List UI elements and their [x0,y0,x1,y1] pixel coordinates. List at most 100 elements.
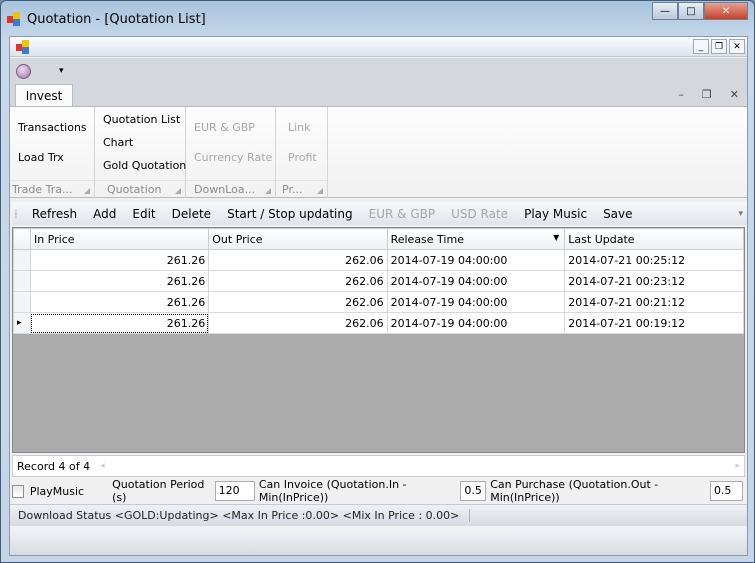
in-price-cell[interactable]: 261.26 [29,249,210,271]
period-input[interactable]: 120 [214,481,255,501]
minimize-button[interactable]: — [652,2,678,20]
column-header-release-time[interactable]: Release Time ▼ [386,228,566,250]
toolbar-overflow-icon[interactable]: ▾ [738,209,747,219]
row-header-corner[interactable] [13,228,31,250]
record-count: Record 4 of 4 [17,459,91,473]
usd-rate-button[interactable]: USD Rate [443,207,516,221]
window-title: Quotation - [Quotation List] [27,11,206,27]
grid-toolbar: ⁞ Refresh Add Edit Delete Start / Stop u… [12,202,747,225]
maximize-button[interactable]: □ [678,2,704,20]
options-bar: PlayMusic Quotation Period (s) 120 Can I… [10,478,747,504]
purchase-label: Can Purchase (Quotation.Out - Min(InPric… [490,478,659,504]
table-row[interactable]: 261.26 262.06 2014-07-19 04:00:00 2014-07-2… [13,291,744,313]
table-row[interactable]: 261.26 262.06 2014-07-19 04:00:00 2014-07-2… [13,270,744,292]
row-header[interactable] [13,249,31,271]
in-price-cell[interactable]: 261.26 [29,270,210,292]
play-music-checkbox[interactable] [12,484,24,498]
child-icon[interactable] [16,40,30,54]
group-caption[interactable]: Pr... [276,180,327,198]
save-button[interactable]: Save [595,207,640,221]
status-bar: Download Status <GOLD:Updating> <Max In … [10,504,747,526]
refresh-button[interactable]: Refresh [24,207,85,221]
table-row[interactable]: 261.26 262.06 2014-07-19 04:00:00 2014-07-2… [13,249,744,271]
column-label: Release Time [390,232,464,246]
column-header-out-price[interactable]: Out Price [208,228,388,250]
mdi-bar: _ ❐ ✕ [10,37,747,57]
group-caption[interactable]: Quotation [95,180,185,198]
ribbon-close-icon[interactable]: ✕ [730,88,739,101]
chart-button[interactable]: Chart [103,136,133,149]
column-header-last-update[interactable]: Last Update [564,228,744,250]
column-header-in-price[interactable]: In Price [29,228,210,250]
row-header[interactable] [13,270,31,292]
quotation-list-button[interactable]: Quotation List [103,113,180,126]
in-price-cell[interactable]: 261.26 [29,312,210,334]
add-button[interactable]: Add [85,207,124,221]
start-stop-updating-button[interactable]: Start / Stop updating [219,207,361,221]
quotation-grid[interactable]: In Price Out Price Release Time ▼ Last Up… [12,227,745,453]
ribbon-minimize-icon[interactable]: – [678,88,684,101]
delete-button[interactable]: Delete [164,207,219,221]
tab-invest[interactable]: Invest [15,84,73,107]
group-download: EUR & GBP Currency Rate DownLoa... [186,107,276,198]
link-button[interactable]: Link [288,121,311,134]
group-caption[interactable]: DownLoa... [186,180,275,198]
title-bar: Quotation - [Quotation List] [7,7,206,31]
play-music-label: PlayMusic [29,484,85,498]
out-price-cell[interactable]: 262.06 [208,312,388,334]
row-header[interactable] [13,291,31,313]
gold-quotation-button[interactable]: Gold Quotation [103,159,186,172]
bottom-panel [10,527,747,555]
mdi-close-button[interactable]: ✕ [729,39,745,54]
transactions-button[interactable]: Transactions [18,121,87,134]
sort-arrow-icon: ▼ [553,232,560,242]
last-update-cell[interactable]: 2014-07-21 00:19:12 [564,312,744,334]
release-time-cell[interactable]: 2014-07-19 04:00:00 [386,270,566,292]
last-update-cell[interactable]: 2014-07-21 00:23:12 [564,270,744,292]
quick-access-toolbar: ▾ [10,58,747,84]
release-time-cell[interactable]: 2014-07-19 04:00:00 [386,291,566,313]
group-quotation: Quotation List Chart Gold Quotation Quot… [95,107,186,198]
in-price-cell[interactable]: 261.26 [29,291,210,313]
release-time-cell[interactable]: 2014-07-19 04:00:00 [386,249,566,271]
profit-button[interactable]: Profit [288,151,317,164]
record-navigator: Record 4 of 4 ◂ ▸ [12,455,745,477]
currency-rate-button[interactable]: Currency Rate [194,151,272,164]
last-update-cell[interactable]: 2014-07-21 00:25:12 [564,249,744,271]
eur-gbp-button[interactable]: EUR & GBP [194,121,255,134]
close-button[interactable]: ✕ [704,2,748,20]
purchase-input[interactable]: 0.5 [709,481,743,501]
edit-button[interactable]: Edit [124,207,163,221]
out-price-cell[interactable]: 262.06 [208,291,388,313]
load-trx-button[interactable]: Load Trx [18,151,64,164]
ribbon-tabs: Invest – ❐ ✕ [10,84,747,107]
group-trade-transactions: Transactions Load Trx Trade Tra... [10,107,95,198]
customize-qat-icon[interactable]: ▾ [59,66,64,76]
mdi-minimize-button[interactable]: _ [693,39,709,54]
release-time-cell[interactable]: 2014-07-19 04:00:00 [386,312,566,334]
mdi-restore-button[interactable]: ❐ [711,39,727,54]
invoice-label: Can Invoice (Quotation.In - Min(InPrice)… [258,478,407,504]
app-icon [7,12,21,26]
grid-header: In Price Out Price Release Time ▼ Last Up… [13,228,744,250]
scroll-right-icon[interactable]: ▸ [735,461,740,471]
row-header[interactable]: ▸ [13,312,31,334]
period-label: Quotation Period (s) [112,478,205,504]
mdi-client: _ ❐ ✕ ▾ Invest – ❐ ✕ Transactions Load T… [9,36,748,556]
group-profit: Link Profit Pr... [276,107,328,198]
ribbon-restore-icon[interactable]: ❐ [702,88,712,101]
current-row-icon: ▸ [17,318,22,328]
play-music-button[interactable]: Play Music [516,207,595,221]
table-row[interactable]: ▸ 261.26 262.06 2014-07-19 04:00:00 2014-07-… [13,312,744,334]
toolbar-grip[interactable]: ⁞ [12,207,24,221]
download-status: Download Status <GOLD:Updating> <Max In … [18,509,471,522]
out-price-cell[interactable]: 262.06 [208,270,388,292]
out-price-cell[interactable]: 262.06 [208,249,388,271]
group-caption[interactable]: Trade Tra... [10,180,94,198]
app-window: Quotation - [Quotation List] — □ ✕ _ ❐ ✕… [0,0,755,563]
scroll-left-icon[interactable]: ◂ [100,461,105,471]
eur-gbp-toolbar-button[interactable]: EUR & GBP [361,207,443,221]
invoice-input[interactable]: 0.5 [460,481,487,501]
application-orb-icon[interactable] [16,63,31,79]
last-update-cell[interactable]: 2014-07-21 00:21:12 [564,291,744,313]
